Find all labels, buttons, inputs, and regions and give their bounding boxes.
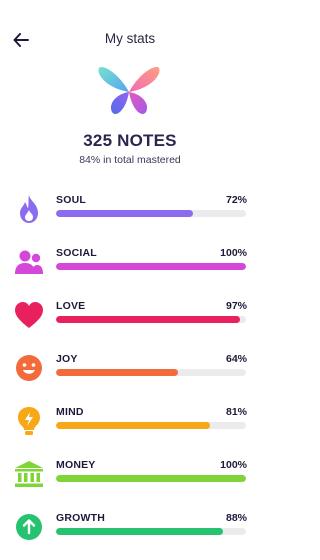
progress-track: [56, 422, 246, 429]
stat-percent: 81%: [225, 406, 247, 418]
stat-soul[interactable]: SOUL 72%: [0, 190, 260, 234]
progress-track: [56, 369, 246, 376]
stat-percent: 72%: [225, 194, 247, 206]
progress-fill: [56, 210, 193, 217]
bank-icon: [14, 459, 44, 489]
progress-track: [56, 210, 246, 217]
stat-label: MIND: [56, 406, 84, 418]
lightbulb-icon: [14, 406, 44, 436]
progress-track: [56, 263, 246, 270]
arrow-up-circle-icon: [14, 512, 44, 542]
progress-fill: [56, 369, 178, 376]
stat-percent: 88%: [225, 512, 247, 524]
stat-percent: 100%: [220, 247, 247, 259]
butterfly-logo: [96, 62, 162, 120]
heart-icon: [14, 300, 44, 330]
stat-social[interactable]: SOCIAL 100%: [0, 243, 260, 287]
notes-count: 325 NOTES: [83, 131, 177, 150]
progress-track: [56, 528, 246, 535]
progress-fill: [56, 316, 241, 323]
stat-love[interactable]: LOVE 97%: [0, 296, 260, 340]
progress-fill: [56, 475, 246, 482]
stat-percent: 97%: [225, 300, 247, 312]
flame-icon: [14, 194, 44, 224]
progress-fill: [56, 263, 246, 270]
stat-label: MONEY: [56, 459, 96, 471]
stat-growth[interactable]: GROWTH 88%: [0, 508, 260, 552]
stat-percent: 100%: [220, 459, 247, 471]
progress-fill: [56, 528, 224, 535]
people-icon: [14, 247, 44, 277]
stat-mind[interactable]: MIND 81%: [0, 402, 260, 446]
stat-label: SOCIAL: [56, 247, 97, 259]
progress-track: [56, 316, 246, 323]
stat-label: JOY: [56, 353, 78, 365]
progress-fill: [56, 422, 210, 429]
progress-track: [56, 475, 246, 482]
stat-label: SOUL: [56, 194, 86, 206]
stat-percent: 64%: [225, 353, 247, 365]
mastered-summary: 84% in total mastered: [79, 154, 181, 166]
smiley-icon: [14, 353, 44, 383]
stat-label: LOVE: [56, 300, 86, 312]
stat-joy[interactable]: JOY 64%: [0, 349, 260, 393]
stat-money[interactable]: MONEY 100%: [0, 455, 260, 499]
stat-label: GROWTH: [56, 512, 106, 524]
page-title: My stats: [104, 31, 156, 46]
